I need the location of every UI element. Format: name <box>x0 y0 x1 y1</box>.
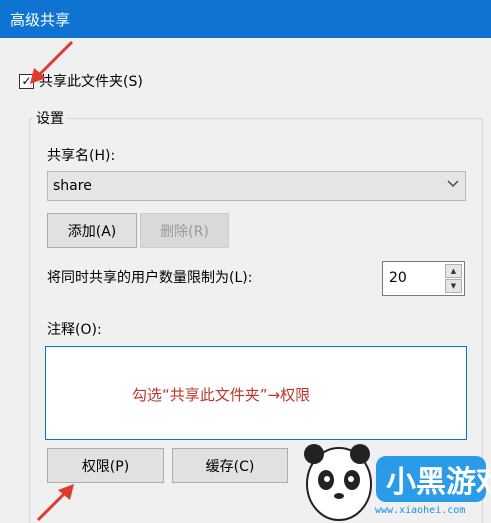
watermark-url: www.xiaohei.com <box>375 505 466 516</box>
remove-button[interactable]: 删除(R) <box>140 213 229 248</box>
svg-text:小黑游戏: 小黑游戏 <box>386 465 491 500</box>
user-limit-label: 将同时共享的用户数量限制为(L): <box>47 270 253 286</box>
spin-down-icon[interactable]: ▼ <box>445 279 462 293</box>
arrow-annotation-icon <box>30 40 74 84</box>
user-limit-value[interactable]: 20 <box>389 270 407 286</box>
user-limit-spinbox[interactable]: 20 ▲ ▼ <box>382 261 465 296</box>
add-button[interactable]: 添加(A) <box>47 213 137 248</box>
title-bar: 高级共享 <box>0 0 491 38</box>
chevron-down-icon[interactable] <box>447 177 459 193</box>
caching-button[interactable]: 缓存(C) <box>172 448 288 483</box>
spin-up-icon[interactable]: ▲ <box>445 264 462 278</box>
comment-label: 注释(O): <box>47 322 102 338</box>
settings-group-label: 设置 <box>33 108 67 128</box>
share-name-combobox[interactable]: share <box>47 171 466 201</box>
annotation-text: 勾选“共享此文件夹”→权限 <box>132 386 311 404</box>
arrow-annotation-icon <box>36 484 74 522</box>
window-title: 高级共享 <box>10 11 71 29</box>
share-name-value: share <box>53 178 92 194</box>
share-name-label: 共享名(H): <box>47 148 116 164</box>
